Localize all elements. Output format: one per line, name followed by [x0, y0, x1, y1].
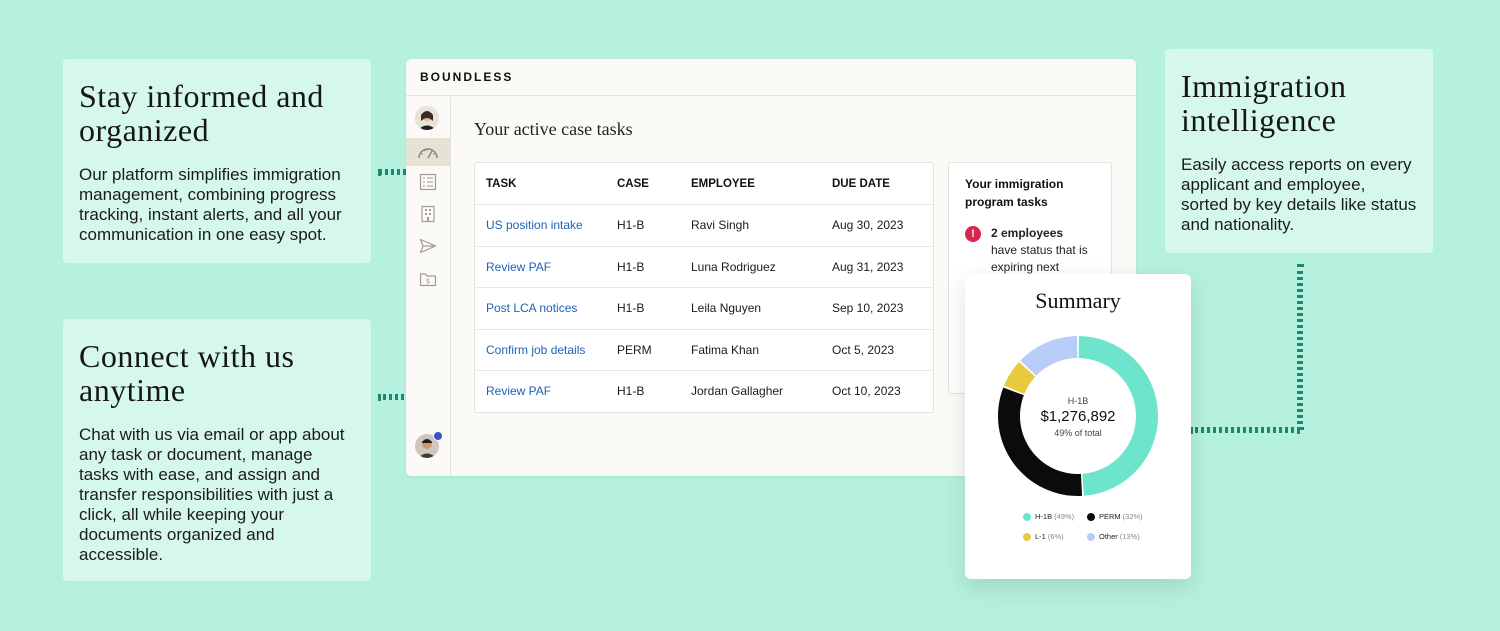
task-link[interactable]: US position intake — [475, 218, 617, 232]
card-title: Connect with us anytime — [79, 338, 295, 408]
legend-swatch — [1087, 532, 1095, 541]
center-label: H-1B — [1067, 396, 1089, 406]
card-title: Immigration intelligence — [1181, 68, 1347, 138]
legend-percent: (49%) — [1054, 512, 1075, 521]
case-type: H1-B — [617, 218, 645, 233]
info-card-connect: Connect with us anytime Chat with us via… — [63, 319, 371, 581]
table-row[interactable]: Review PAF H1-B Jordan Gallagher Oct 10,… — [475, 370, 933, 412]
due-date: Aug 31, 2023 — [832, 259, 904, 274]
card-title: Stay informed and organized — [79, 78, 324, 148]
table-row[interactable]: Review PAF H1-B Luna Rodriguez Aug 31, 2… — [475, 245, 933, 288]
legend-percent: (13%) — [1119, 532, 1140, 541]
alert-count: 2 employees — [991, 226, 1064, 240]
task-link[interactable]: Review PAF — [475, 384, 617, 398]
alert-text: 2 employees have status that is expiring … — [991, 225, 1095, 276]
app-header: BOUNDLESS — [406, 59, 1136, 96]
due-date: Aug 30, 2023 — [832, 218, 904, 233]
legend-label: H-1B — [1035, 512, 1053, 521]
donut-center: H-1B $1,276,892 49% of total — [965, 396, 1191, 438]
legend-percent: (6%) — [1047, 532, 1064, 541]
case-type: PERM — [617, 342, 652, 357]
info-card-stay-informed: Stay informed and organized Our platform… — [63, 59, 371, 263]
send-icon — [419, 238, 437, 254]
donut-slice-other[interactable] — [1020, 336, 1078, 376]
card-body: Chat with us via email or app about any … — [79, 425, 345, 564]
document-list-icon — [419, 173, 437, 191]
legend-label: Other — [1099, 532, 1118, 541]
legend-label: L-1 — [1035, 532, 1046, 541]
center-value: $1,276,892 — [1040, 408, 1116, 425]
alert-icon: ! — [965, 226, 981, 242]
task-link[interactable]: Post LCA notices — [475, 301, 617, 315]
table-row[interactable]: Confirm job details PERM Fatima Khan Oct… — [475, 328, 933, 371]
table-header-row: TASK CASE EMPLOYEE DUE DATE — [475, 163, 933, 204]
sidebar-item-messages[interactable] — [406, 232, 450, 260]
chat-badge-icon — [433, 431, 443, 441]
sidebar-item-dashboard[interactable] — [406, 138, 450, 166]
program-tasks-title: Your immigration program tasks — [965, 177, 1064, 209]
sidebar-item-company[interactable] — [406, 200, 450, 228]
legend-swatch — [1087, 512, 1095, 521]
column-header-case[interactable]: CASE — [617, 178, 691, 190]
case-type: H1-B — [617, 259, 645, 274]
column-header-task[interactable]: TASK — [475, 178, 617, 190]
info-card-immigration-intelligence: Immigration intelligence Easily access r… — [1165, 49, 1433, 253]
card-body: Our platform simplifies immigration mana… — [79, 165, 342, 244]
case-type: H1-B — [617, 384, 645, 399]
summary-card: Summary H-1B $1,276,892 49% of total H-1… — [965, 274, 1191, 579]
legend-swatch — [1023, 532, 1031, 541]
money-folder-icon: $ — [419, 273, 437, 287]
employee-name: Jordan Gallagher — [691, 384, 784, 399]
card-body: Easily access reports on every applicant… — [1181, 155, 1417, 234]
expiring-status-alert[interactable]: ! 2 employees have status that is expirin… — [965, 225, 1095, 276]
case-type: H1-B — [617, 301, 645, 316]
summary-title: Summary — [1035, 288, 1121, 313]
column-header-due-date[interactable]: DUE DATE — [832, 178, 933, 190]
page-title: Your active case tasks — [474, 119, 633, 139]
due-date: Oct 5, 2023 — [832, 342, 895, 357]
employee-name: Fatima Khan — [691, 342, 760, 357]
connector-dots — [1190, 427, 1300, 433]
task-link[interactable]: Review PAF — [475, 260, 617, 274]
column-header-employee[interactable]: EMPLOYEE — [691, 178, 832, 190]
sidebar-item-documents[interactable] — [406, 168, 450, 196]
building-icon — [421, 205, 435, 223]
employee-name: Luna Rodriguez — [691, 259, 776, 274]
legend-item[interactable]: Other (13%) — [1087, 532, 1140, 541]
legend-item[interactable]: L-1 (6%) — [1023, 532, 1064, 541]
center-subtitle: 49% of total — [1054, 428, 1102, 438]
support-agent-avatar[interactable] — [415, 431, 443, 458]
due-date: Sep 10, 2023 — [832, 301, 904, 316]
sidebar: $ — [406, 97, 451, 476]
user-avatar[interactable] — [415, 106, 439, 130]
legend-label: PERM — [1099, 512, 1121, 521]
legend-item[interactable]: PERM (32%) — [1087, 512, 1143, 521]
connector-dots — [1297, 264, 1303, 430]
table-row[interactable]: Post LCA notices H1-B Leila Nguyen Sep 1… — [475, 287, 933, 329]
employee-name: Leila Nguyen — [691, 301, 762, 316]
dashboard-icon — [418, 148, 438, 159]
legend-percent: (32%) — [1122, 512, 1143, 521]
legend-swatch — [1023, 512, 1031, 521]
table-row[interactable]: US position intake H1-B Ravi Singh Aug 3… — [475, 204, 933, 246]
task-link[interactable]: Confirm job details — [475, 343, 617, 357]
svg-text:$: $ — [426, 278, 430, 286]
due-date: Oct 10, 2023 — [832, 384, 901, 399]
task-table: TASK CASE EMPLOYEE DUE DATE US position … — [474, 162, 934, 413]
employee-name: Ravi Singh — [691, 218, 750, 233]
sidebar-item-billing[interactable]: $ — [406, 265, 450, 293]
alert-message: have status that is expiring next — [991, 243, 1088, 274]
legend-item[interactable]: H-1B (49%) — [1023, 512, 1074, 521]
brand-logo[interactable]: BOUNDLESS — [420, 70, 513, 84]
